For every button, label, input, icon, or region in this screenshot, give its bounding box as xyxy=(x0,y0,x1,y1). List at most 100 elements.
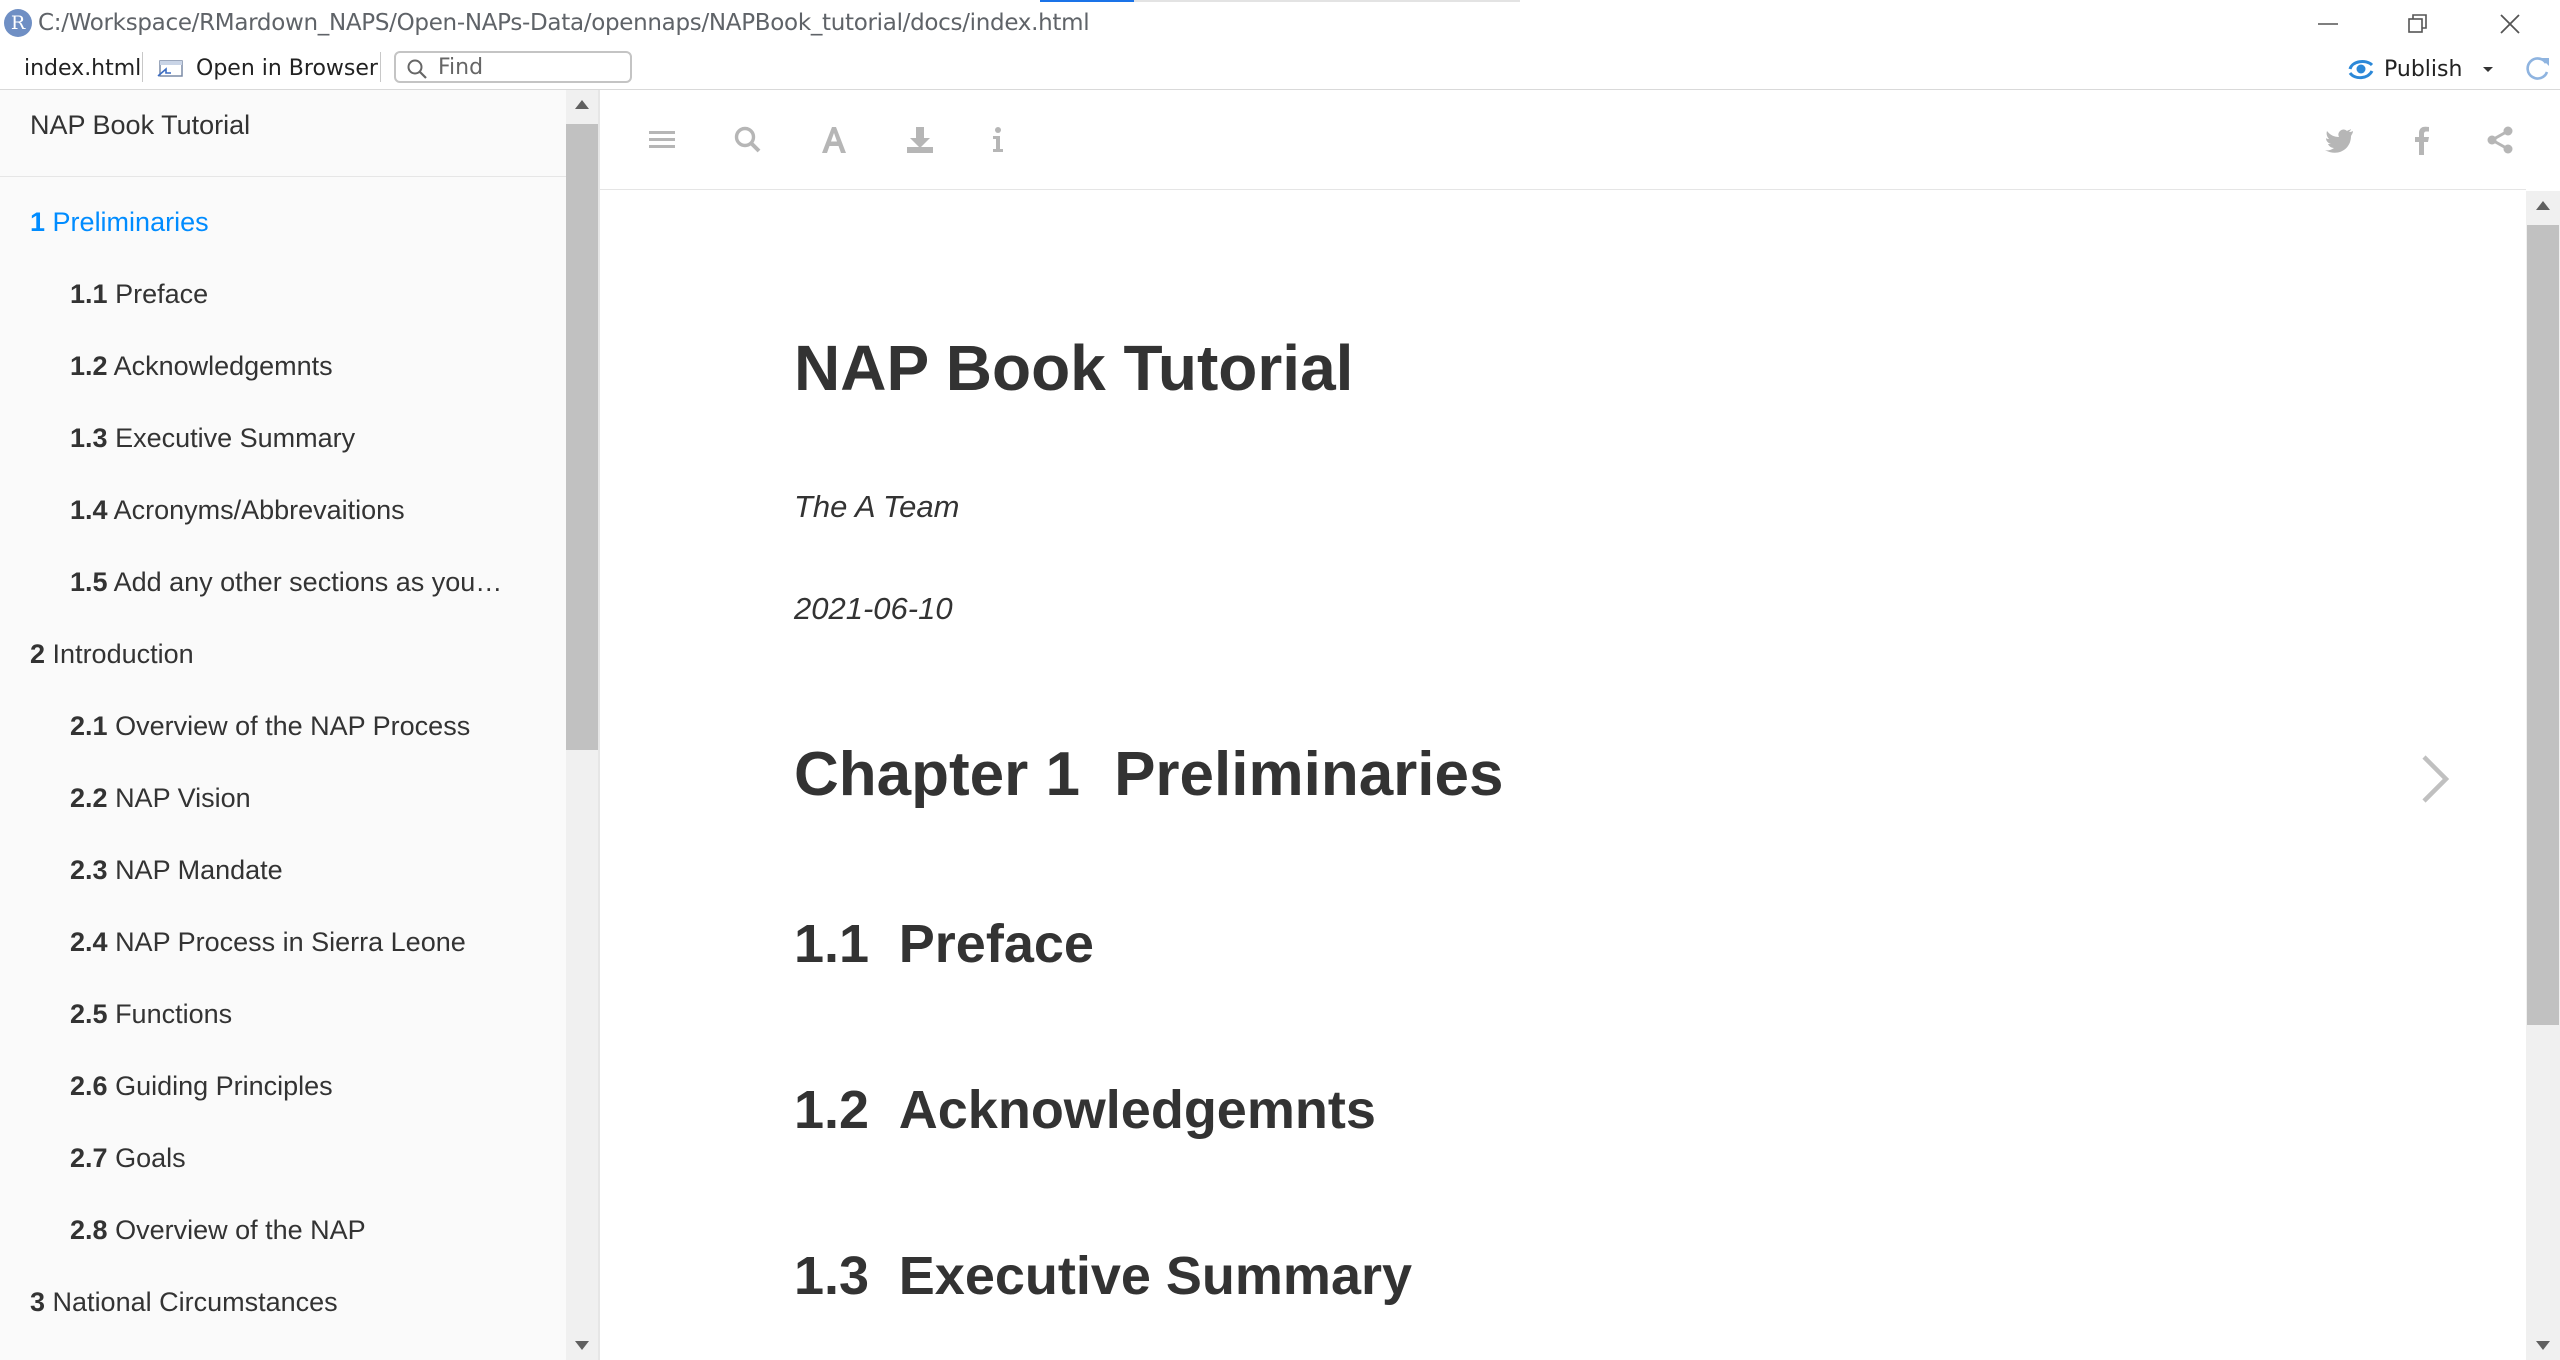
info-icon[interactable] xyxy=(980,122,1016,158)
sidebar-scrollbar[interactable] xyxy=(566,90,598,1360)
share-icon[interactable] xyxy=(2482,122,2518,158)
book-toolbar xyxy=(600,90,2526,190)
window-titlebar: R C:/Workspace/RMardown_NAPS/Open-NAPs-D… xyxy=(0,0,2560,44)
find-field[interactable] xyxy=(394,51,632,83)
toc-item-number: 1 xyxy=(30,207,46,237)
toc-item-label: NAP Vision xyxy=(115,783,251,813)
close-window-button[interactable] xyxy=(2480,4,2540,42)
section-number: 1.1 xyxy=(794,914,870,974)
toc-item-label: National Circumstances xyxy=(52,1287,338,1317)
chapter-heading: Chapter 1 Preliminaries xyxy=(794,739,1504,810)
toc-list: 1 Preliminaries 1.1 Preface 1.2 Acknowledg… xyxy=(0,202,566,1354)
loading-progress xyxy=(1040,0,1520,2)
toc-item[interactable]: 1.5 Add any other sections as you… xyxy=(0,562,566,634)
open-in-browser-button[interactable]: Open in Browser xyxy=(156,54,378,82)
toc-item-label: Functions xyxy=(115,999,233,1029)
close-icon xyxy=(2500,14,2520,34)
toc-item[interactable]: 1.4 Acronyms/Abbrevaitions xyxy=(0,490,566,562)
toc-item[interactable]: 1.2 Acknowledgemnts xyxy=(0,346,566,418)
window-title-path: C:/Workspace/RMardown_NAPS/Open-NAPs-Dat… xyxy=(38,10,1090,36)
toc-item[interactable]: 2 Introduction xyxy=(0,634,566,706)
book-date: 2021-06-10 xyxy=(794,591,953,626)
toc-item-number: 1.5 xyxy=(70,567,108,597)
publish-label: Publish xyxy=(2384,56,2463,82)
toc-item-label: NAP Mandate xyxy=(115,855,283,885)
toc-item[interactable]: 1 Preliminaries xyxy=(0,202,566,274)
section-title: Executive Summary xyxy=(898,1246,1413,1306)
toc-item[interactable]: 2.8 Overview of the NAP xyxy=(0,1210,566,1282)
toc-item[interactable]: 2.2 NAP Vision xyxy=(0,778,566,850)
refresh-button[interactable] xyxy=(2522,54,2552,87)
toc-item-label: Overview of the NAP xyxy=(115,1215,366,1245)
sidebar-divider xyxy=(0,176,566,177)
minimize-button[interactable] xyxy=(2298,4,2358,42)
toc-item[interactable]: 2.7 Goals xyxy=(0,1138,566,1210)
toc-item-number: 2 xyxy=(30,639,46,669)
toolbar-separator xyxy=(142,52,143,82)
toc-item-label: Guiding Principles xyxy=(115,1071,333,1101)
font-icon[interactable] xyxy=(816,122,852,158)
toc-item[interactable]: 1.3 Executive Summary xyxy=(0,418,566,490)
toc-item-number: 3 xyxy=(30,1287,46,1317)
toc-item-number: 2.7 xyxy=(70,1143,108,1173)
toc-item-label: Overview of the NAP Process xyxy=(115,711,471,741)
toc-item-label: Introduction xyxy=(52,639,194,669)
search-icon xyxy=(407,59,427,79)
twitter-icon[interactable] xyxy=(2322,122,2358,158)
toc-item-number: 2.1 xyxy=(70,711,108,741)
download-icon[interactable] xyxy=(902,122,938,158)
section-heading: 1.2 Acknowledgemnts xyxy=(794,1079,1376,1141)
section-number: 1.3 xyxy=(794,1246,870,1306)
next-page-button[interactable] xyxy=(2416,751,2452,812)
toc-item-label: Preliminaries xyxy=(52,207,209,237)
chevron-down-icon[interactable] xyxy=(2478,59,2498,79)
toc-item-label: Acknowledgemnts xyxy=(113,351,333,381)
minimize-icon xyxy=(2318,23,2338,25)
toc-item-number: 2.3 xyxy=(70,855,108,885)
search-icon[interactable] xyxy=(730,122,766,158)
menu-icon[interactable] xyxy=(644,122,680,158)
content-scrollbar[interactable] xyxy=(2526,191,2560,1360)
scroll-up-arrow-icon[interactable] xyxy=(575,100,589,109)
toc-item-number: 2.5 xyxy=(70,999,108,1029)
chevron-right-icon xyxy=(2422,755,2450,803)
toc-item[interactable]: 2.5 Functions xyxy=(0,994,566,1066)
restore-button[interactable] xyxy=(2388,4,2448,42)
facebook-icon[interactable] xyxy=(2404,122,2440,158)
toc-item[interactable]: 2.4 NAP Process in Sierra Leone xyxy=(0,922,566,994)
find-input[interactable] xyxy=(438,55,624,79)
chapter-title: Preliminaries xyxy=(1114,740,1504,809)
open-in-browser-icon xyxy=(157,60,183,77)
toc-item-number: 1.3 xyxy=(70,423,108,453)
section-title: Acknowledgemnts xyxy=(898,1080,1376,1140)
toc-item[interactable]: 1.1 Preface xyxy=(0,274,566,346)
toc-item-number: 2.2 xyxy=(70,783,108,813)
file-name-label: index.html xyxy=(24,56,142,81)
toc-item[interactable]: 3 National Circumstances xyxy=(0,1282,566,1354)
r-logo-icon: R xyxy=(4,9,32,37)
toc-item[interactable]: 2.1 Overview of the NAP Process xyxy=(0,706,566,778)
toc-sidebar: NAP Book Tutorial 1 Preliminaries 1.1 Pre… xyxy=(0,90,566,1360)
toc-item-number: 1.2 xyxy=(70,351,108,381)
scrollbar-thumb[interactable] xyxy=(2527,225,2559,1025)
toc-item-number: 1.4 xyxy=(70,495,108,525)
toc-item-label: Executive Summary xyxy=(115,423,356,453)
refresh-icon xyxy=(2526,57,2549,80)
scrollbar-thumb[interactable] xyxy=(566,124,598,750)
toc-item-label: Goals xyxy=(115,1143,186,1173)
viewer-toolbar: index.html Open in Browser Publish xyxy=(0,44,2560,90)
toc-item-number: 2.8 xyxy=(70,1215,108,1245)
toc-item-label: NAP Process in Sierra Leone xyxy=(115,927,466,957)
scroll-down-arrow-icon[interactable] xyxy=(575,1341,589,1350)
toc-item-label: Add any other sections as you… xyxy=(113,567,503,597)
open-in-browser-label: Open in Browser xyxy=(196,55,378,81)
sidebar-book-title[interactable]: NAP Book Tutorial xyxy=(30,110,250,141)
publish-button[interactable]: Publish xyxy=(2346,54,2498,84)
scroll-down-arrow-icon[interactable] xyxy=(2536,1341,2550,1350)
toc-item[interactable]: 2.6 Guiding Principles xyxy=(0,1066,566,1138)
book-content: NAP Book Tutorial The A Team 2021-06-10 … xyxy=(600,191,2526,1360)
book-author: The A Team xyxy=(794,489,960,524)
section-number: 1.2 xyxy=(794,1080,870,1140)
toc-item[interactable]: 2.3 NAP Mandate xyxy=(0,850,566,922)
scroll-up-arrow-icon[interactable] xyxy=(2536,201,2550,210)
